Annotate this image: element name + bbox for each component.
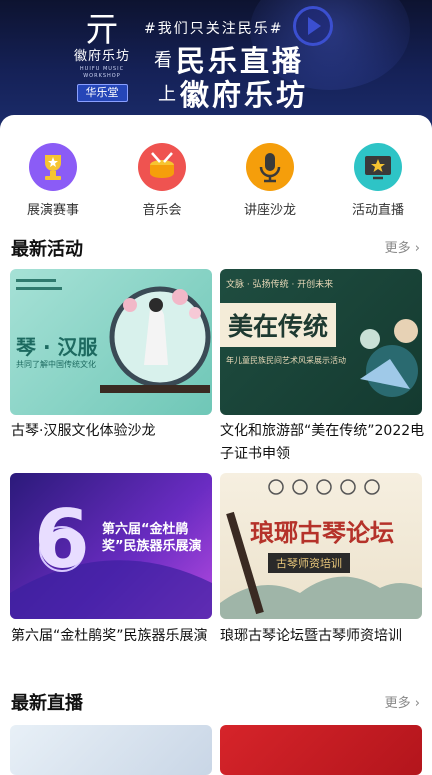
banner-line-2-prefix: 上 [158,84,176,105]
logo-mark: 亓 [85,10,119,50]
activity-card-2[interactable]: 文脉 · 弘扬传统 · 开创未来 美在传统 年儿童民族民间艺术风采展示活动 [220,269,422,415]
activity-card-1-title[interactable]: 古琴·汉服文化体验沙龙 [11,420,217,443]
content-card: 展演赛事 音乐会 讲座沙龙 活动直播 最新活动 更多 › 琴 · 汉服 共同了解… [0,115,432,775]
activity-poster-2-title: 美在传统 [220,303,337,347]
logo-brand: 徽府乐坊 [73,49,130,64]
banner-line-2-text: 徽府乐坊 [180,78,309,112]
chevron-right-icon: › [410,696,420,711]
category-nav: 展演赛事 音乐会 讲座沙龙 活动直播 [0,143,432,218]
activity-poster-4-title: 琅琊古琴论坛 [250,519,394,547]
banner-line-1-prefix: 看 [154,50,172,71]
logo-subtitle: HUIFU MUSIC WORKSHOP [79,66,125,79]
latest-live-more[interactable]: 更多 › [385,692,420,711]
latest-activities-title: 最新活动 [11,239,83,260]
activity-poster-3-title: 第六届“金杜鹃奖”民族器乐展演 [102,522,202,554]
category-live-label: 活动直播 [351,203,404,218]
activity-poster-2-top: 文脉 · 弘扬传统 · 开创未来 [226,280,334,290]
latest-live-more-label: 更多 [384,696,411,711]
activity-card-3-title[interactable]: 第六届“金杜鹃奖”民族器乐展演 [11,625,217,648]
category-events[interactable]: 展演赛事 [8,143,98,218]
activity-card-4-title[interactable]: 琅琊古琴论坛暨古琴师资培训 [220,625,426,648]
activity-poster-1-subtitle: 共同了解中国传统文化 [16,360,96,369]
activity-card-4[interactable]: 琅琊古琴论坛 古琴师资培训 [220,473,422,619]
activity-card-1[interactable]: 琴 · 汉服 共同了解中国传统文化 [10,269,212,415]
banner-slogan: #我们只关注民乐# [144,21,284,37]
activity-poster-4-subtitle: 古琴师资培训 [268,553,350,573]
activity-poster-2-subtitle: 年儿童民族民间艺术风采展示活动 [226,356,346,365]
category-lectures-label: 讲座沙龙 [243,203,296,218]
latest-activities-more-label: 更多 [384,241,411,256]
logo-tag: 华乐堂 [76,84,128,102]
activity-card-2-title[interactable]: 文化和旅游部“美在传统”2022电子证书申领 [220,420,426,466]
tv-star-icon [354,143,402,191]
category-lectures[interactable]: 讲座沙龙 [225,143,315,218]
header-banner: 亓 徽府乐坊 HUIFU MUSIC WORKSHOP 华乐堂 #我们只关注民乐… [0,0,432,130]
category-live[interactable]: 活动直播 [333,143,423,218]
trophy-icon [29,143,77,191]
app-logo: 亓 徽府乐坊 HUIFU MUSIC WORKSHOP 华乐堂 [62,10,142,102]
activity-poster-3-number: 6 [34,493,90,586]
activity-card-3[interactable]: 6 第六届“金杜鹃奖”民族器乐展演 [10,473,212,619]
banner-line-2: 上徽府乐坊 [158,72,308,114]
drum-icon [138,143,186,191]
latest-live-title: 最新直播 [11,693,83,714]
category-concerts-label: 音乐会 [142,203,182,218]
microphone-icon [246,143,294,191]
latest-activities-more[interactable]: 更多 › [385,237,420,256]
activity-poster-1-title: 琴 · 汉服 [16,335,98,359]
category-concerts[interactable]: 音乐会 [117,143,207,218]
category-events-label: 展演赛事 [26,203,79,218]
chevron-right-icon: › [410,241,420,256]
